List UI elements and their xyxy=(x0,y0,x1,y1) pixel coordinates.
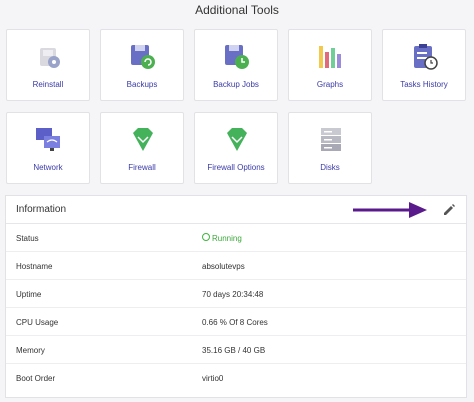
information-title: Information xyxy=(16,204,67,215)
running-status-icon xyxy=(202,233,210,241)
info-row-status: Status Running xyxy=(6,224,466,252)
tool-label: Backups xyxy=(126,80,158,89)
tool-tile-network[interactable]: Network xyxy=(6,112,90,184)
info-value: 35.16 GB / 40 GB xyxy=(202,346,266,355)
backup-jobs-floppy-icon xyxy=(225,45,249,69)
information-panel: Information Status Running Hostname abso… xyxy=(5,195,467,398)
annotation-arrow-icon xyxy=(353,202,427,218)
tool-tile-firewall[interactable]: Firewall xyxy=(100,112,184,184)
info-key: Boot Order xyxy=(16,374,56,383)
tool-tile-graphs[interactable]: Graphs xyxy=(288,29,372,101)
tool-label: Firewall Options xyxy=(207,163,265,172)
network-monitors-icon xyxy=(36,128,60,151)
tool-label: Tasks History xyxy=(400,80,448,89)
info-row-cpu-usage: CPU Usage 0.66 % Of 8 Cores xyxy=(6,308,466,336)
tool-label: Disks xyxy=(320,163,340,172)
reinstall-disk-icon xyxy=(40,48,60,68)
info-row-hostname: Hostname absolutevps xyxy=(6,252,466,280)
tool-label: Reinstall xyxy=(32,80,64,89)
info-row-memory: Memory 35.16 GB / 40 GB xyxy=(6,336,466,364)
tool-label: Firewall xyxy=(128,163,156,172)
info-key: Hostname xyxy=(16,262,53,271)
backups-floppy-icon xyxy=(131,45,155,69)
status-value: Running xyxy=(212,234,242,243)
tool-tile-firewall-options[interactable]: Firewall Options xyxy=(194,112,278,184)
tool-tile-disks[interactable]: Disks xyxy=(288,112,372,184)
tool-tile-backups[interactable]: Backups xyxy=(100,29,184,101)
tool-tile-tasks-history[interactable]: Tasks History xyxy=(382,29,466,101)
tool-label: Network xyxy=(33,163,63,172)
info-row-uptime: Uptime 70 days 20:34:48 xyxy=(6,280,466,308)
firewall-shield-icon xyxy=(133,128,153,151)
info-value: 70 days 20:34:48 xyxy=(202,290,264,299)
info-row-boot-order: Boot Order virtio0 xyxy=(6,364,466,392)
disks-server-icon xyxy=(321,128,341,151)
tool-label: Backup Jobs xyxy=(213,80,259,89)
tool-label: Graphs xyxy=(316,80,344,89)
section-title: Additional Tools xyxy=(195,3,279,17)
info-value: virtio0 xyxy=(202,374,224,383)
tool-tile-reinstall[interactable]: Reinstall xyxy=(6,29,90,101)
information-header: Information xyxy=(6,196,466,224)
firewall-options-shield-icon xyxy=(227,128,247,151)
tasks-history-clipboard-icon xyxy=(414,44,438,70)
graphs-bars-icon xyxy=(319,46,341,68)
info-key: Memory xyxy=(16,346,45,355)
edit-pencil-icon[interactable] xyxy=(442,203,456,217)
info-value: absolutevps xyxy=(202,262,245,271)
info-key: Uptime xyxy=(16,290,42,299)
tool-tile-backup-jobs[interactable]: Backup Jobs xyxy=(194,29,278,101)
info-value: 0.66 % Of 8 Cores xyxy=(202,318,268,327)
info-key: Status xyxy=(16,234,39,243)
info-key: CPU Usage xyxy=(16,318,59,327)
